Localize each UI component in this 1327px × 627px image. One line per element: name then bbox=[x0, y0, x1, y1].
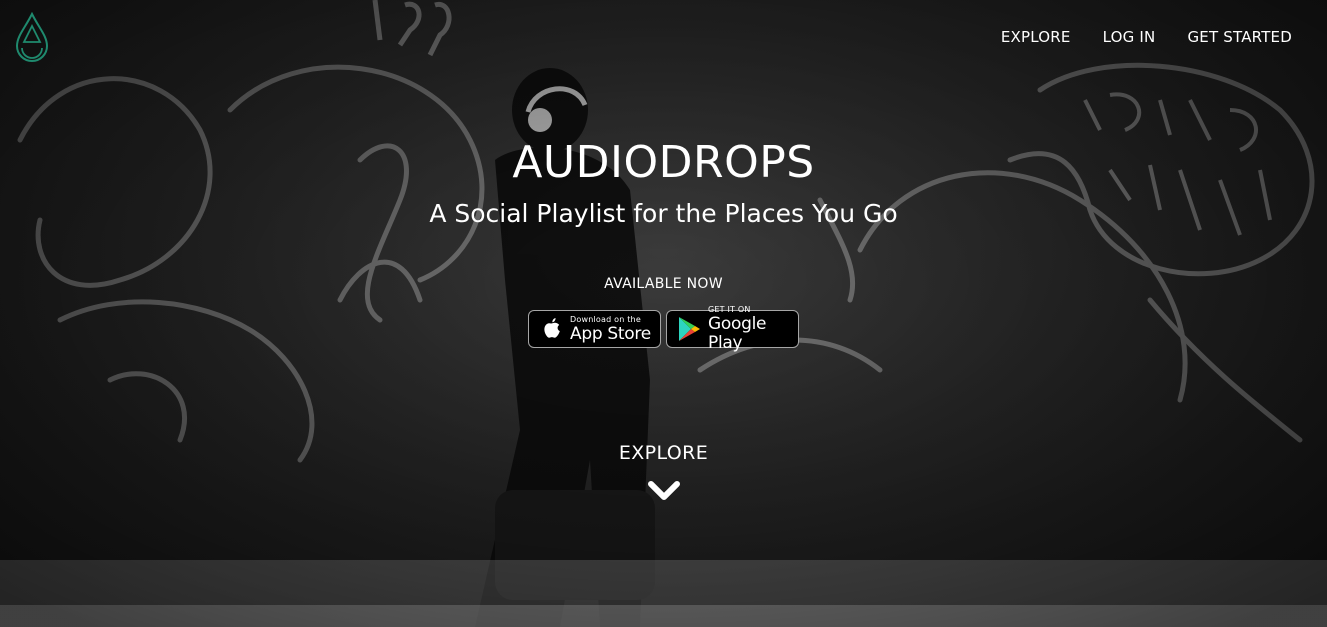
nav-login-link[interactable]: LOG IN bbox=[1103, 28, 1156, 46]
page-title: AUDIODROPS bbox=[512, 137, 815, 188]
drop-logo-icon[interactable] bbox=[13, 12, 51, 64]
hero-section: EXPLORE LOG IN GET STARTED AUDIODROPS A … bbox=[0, 0, 1327, 627]
app-store-big-text: App Store bbox=[570, 323, 651, 344]
google-play-icon bbox=[677, 316, 701, 342]
nav-explore-link[interactable]: EXPLORE bbox=[1001, 28, 1071, 46]
page-subtitle: A Social Playlist for the Places You Go bbox=[429, 199, 898, 228]
nav-get-started-link[interactable]: GET STARTED bbox=[1187, 28, 1292, 46]
google-play-big-text: Google Play bbox=[708, 314, 767, 353]
app-store-button[interactable]: Download on the App Store bbox=[528, 310, 661, 348]
hero-content: AUDIODROPS A Social Playlist for the Pla… bbox=[0, 136, 1327, 353]
google-play-button[interactable]: GET IT ON Google Play bbox=[666, 305, 799, 353]
explore-link[interactable]: EXPLORE bbox=[0, 442, 1327, 464]
availability-label: AVAILABLE NOW bbox=[604, 276, 723, 292]
app-store-small-text: Download on the bbox=[570, 314, 641, 324]
chevron-down-icon[interactable] bbox=[648, 480, 680, 502]
apple-icon bbox=[539, 316, 563, 342]
top-nav: EXPLORE LOG IN GET STARTED bbox=[1001, 28, 1292, 46]
store-badges: Download on the App Store GET IT ON Goog… bbox=[0, 305, 1327, 353]
